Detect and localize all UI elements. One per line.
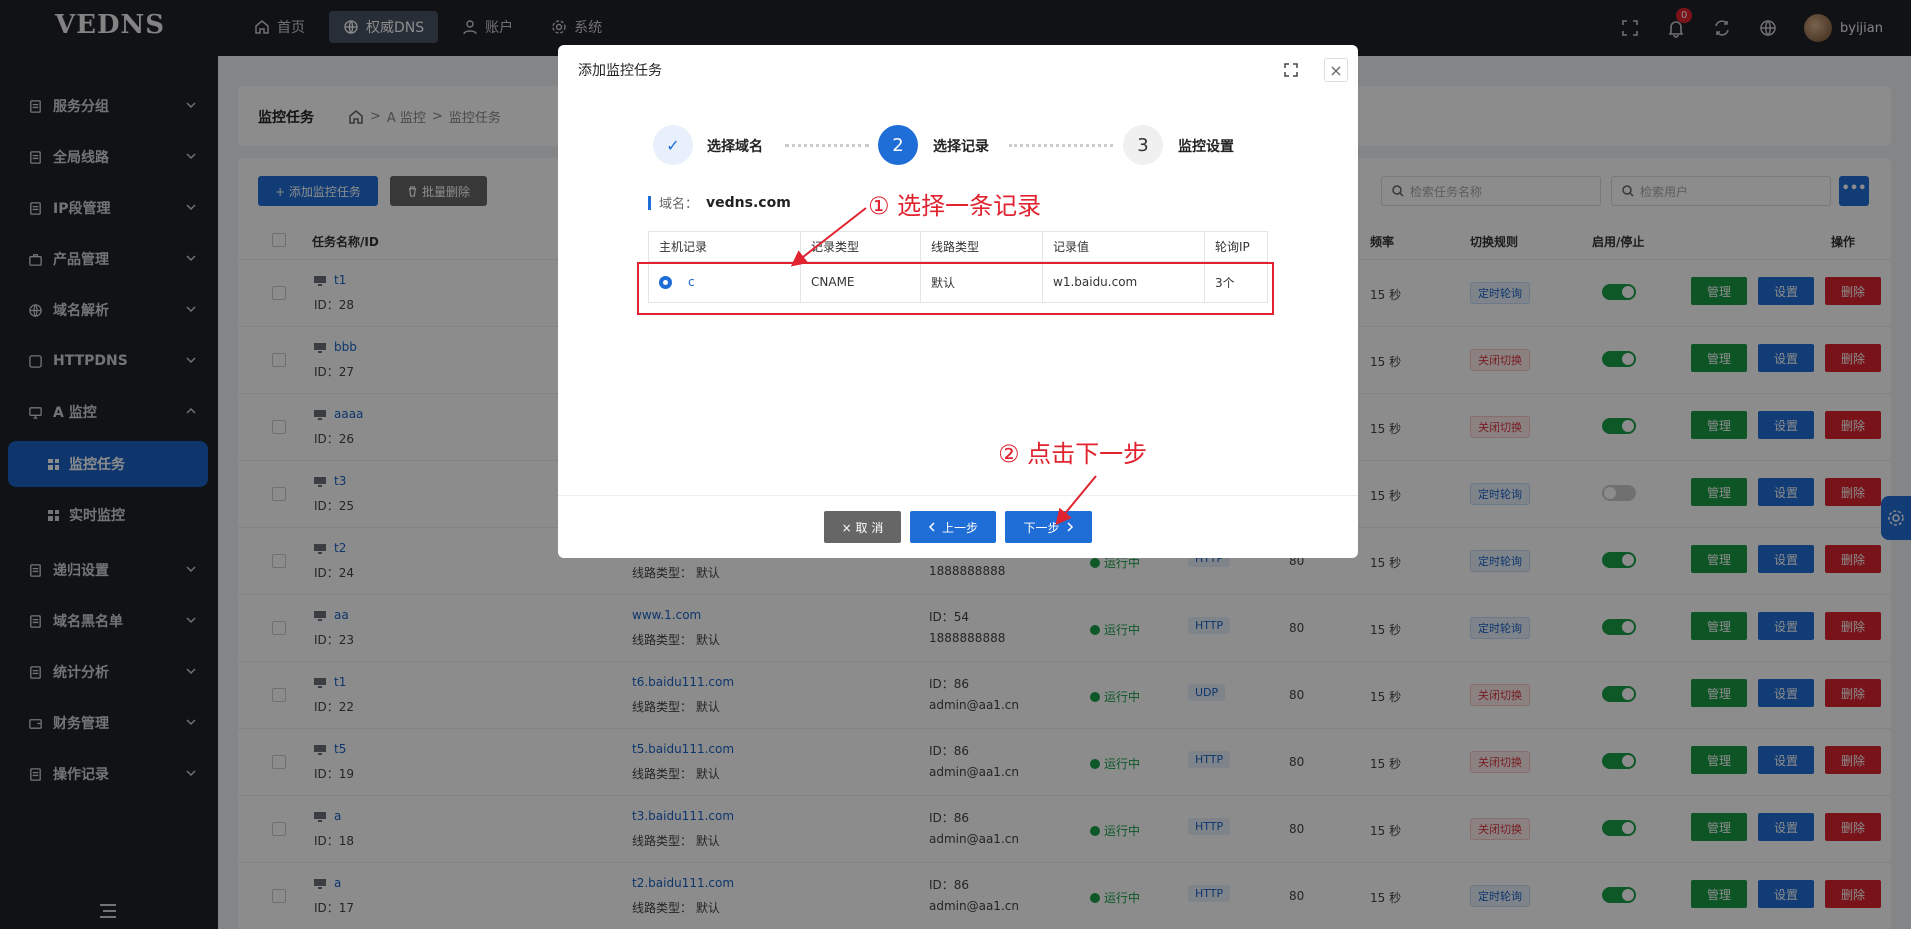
step-divider bbox=[1009, 144, 1113, 147]
step-1-done-icon: ✓ bbox=[653, 125, 693, 165]
selected-domain: 域名： vedns.com bbox=[648, 193, 791, 212]
step-2-label: 选择记录 bbox=[933, 139, 989, 155]
step-2-active: 2 bbox=[878, 125, 918, 165]
add-monitor-task-dialog: 添加监控任务 × ✓ 选择域名 2 选择记录 3 监控设置 域名： vedns.… bbox=[558, 45, 1358, 558]
annotation-highlight-box bbox=[637, 262, 1274, 315]
step-1-label: 选择域名 bbox=[707, 139, 763, 155]
step-divider bbox=[785, 144, 869, 147]
chevron-right-icon bbox=[1066, 522, 1073, 532]
chevron-left-icon bbox=[928, 522, 935, 532]
step-3-pending: 3 bbox=[1123, 125, 1163, 165]
domain-value: vedns.com bbox=[706, 194, 791, 211]
dialog-title: 添加监控任务 bbox=[578, 63, 662, 79]
fullscreen-icon[interactable] bbox=[1284, 63, 1298, 77]
cancel-button[interactable]: × 取 消 bbox=[824, 511, 901, 543]
close-icon[interactable]: × bbox=[1324, 58, 1348, 82]
annotation-click-next: ② 点击下一步 bbox=[998, 440, 1148, 468]
dialog-footer-divider bbox=[558, 495, 1358, 496]
step-3-label: 监控设置 bbox=[1178, 139, 1234, 155]
next-step-button[interactable]: 下一步 bbox=[1005, 511, 1092, 543]
prev-step-button[interactable]: 上一步 bbox=[910, 511, 996, 543]
record-table-header: 主机记录 记录类型 线路类型 记录值 轮询IP bbox=[649, 232, 1267, 262]
annotation-select-record: ① 选择一条记录 bbox=[868, 192, 1042, 220]
stepper: ✓ 选择域名 2 选择记录 3 监控设置 bbox=[653, 125, 1273, 165]
